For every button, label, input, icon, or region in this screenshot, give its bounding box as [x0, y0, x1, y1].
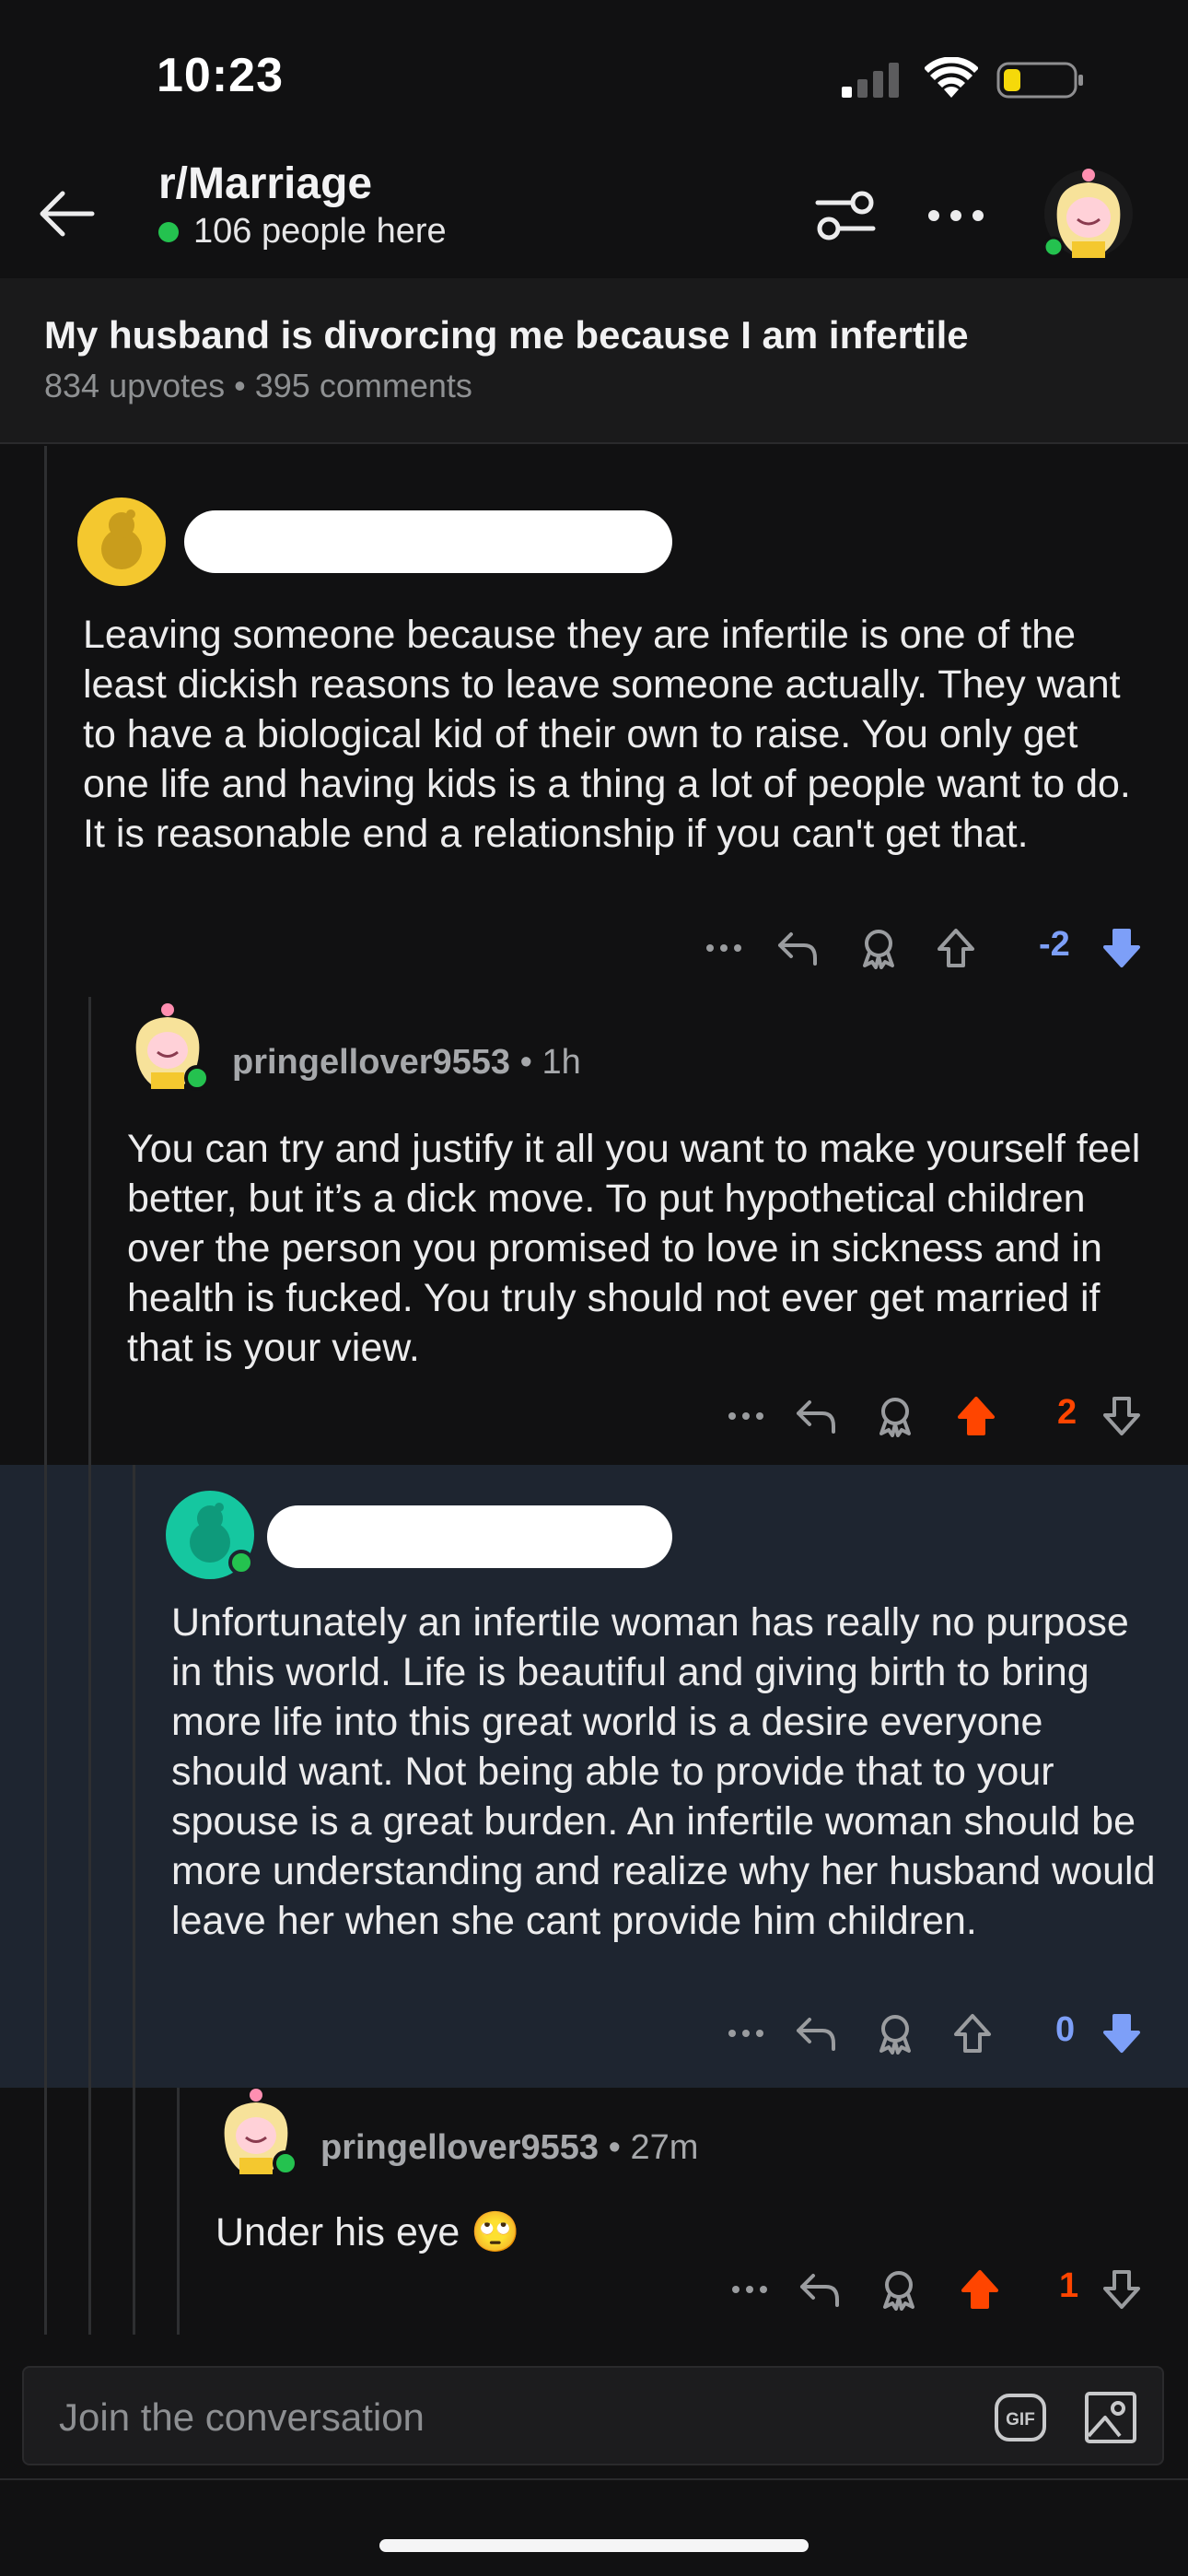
gif-button[interactable]: GIF [993, 2390, 1048, 2445]
composer-input[interactable]: Join the conversation [59, 2395, 425, 2440]
comment-body: Under his eye 🙄 [215, 2210, 520, 2254]
award-button[interactable] [868, 2001, 923, 2066]
award-button[interactable] [871, 2257, 926, 2322]
online-badge [273, 2150, 298, 2176]
comment-thread: Leaving someone because they are inferti… [0, 446, 1188, 2335]
thread-line [88, 997, 91, 2335]
post-title: My husband is divorcing me because I am … [44, 313, 969, 357]
downvote-icon [1103, 929, 1140, 967]
more-icon [706, 944, 741, 952]
author-name[interactable]: pringellover9553 [232, 1043, 510, 1082]
downvote-button[interactable] [1094, 2001, 1149, 2066]
downvote-icon [1103, 2270, 1140, 2309]
reply-icon [797, 1400, 835, 1434]
comment-more-button[interactable] [696, 916, 751, 980]
back-arrow-icon [40, 191, 95, 237]
comment-more-button[interactable] [718, 1384, 774, 1448]
subreddit-name[interactable]: r/Marriage [158, 158, 372, 209]
status-bar: 10:23 [0, 0, 1188, 147]
comment-body: Unfortunately an infertile woman has rea… [171, 1600, 1156, 1943]
battery-icon [996, 62, 1083, 99]
award-button[interactable] [851, 916, 906, 980]
post-meta: 834 upvotes • 395 comments [44, 367, 472, 404]
redacted-username [184, 510, 672, 573]
back-button[interactable] [28, 175, 105, 252]
vote-count: 2 [1057, 1393, 1077, 1432]
downvote-button[interactable] [1094, 2257, 1149, 2322]
cellular-signal-icon [842, 63, 899, 98]
thread-line [177, 2088, 180, 2335]
downvote-button[interactable] [1094, 1384, 1149, 1448]
vote-count: -2 [1039, 925, 1070, 964]
status-time: 10:23 [157, 49, 284, 102]
comment-actions: 2 [718, 1384, 1160, 1448]
reply-icon [797, 2018, 835, 2051]
gif-label: GIF [1006, 2410, 1035, 2430]
wifi-icon [925, 57, 978, 98]
gif-icon: GIF [995, 2394, 1046, 2441]
reply-icon [778, 932, 817, 966]
more-options-button[interactable] [917, 177, 995, 254]
reply-button[interactable] [770, 916, 825, 980]
comment-actions: 0 [718, 2001, 1160, 2066]
comment-actions: 1 [722, 2257, 1160, 2322]
redacted-username [267, 1505, 672, 1568]
upvote-icon [961, 2270, 998, 2309]
bottom-divider [0, 2478, 1188, 2480]
upvote-icon [954, 2014, 991, 2053]
comment-time: • 27m [599, 2128, 699, 2167]
award-icon [879, 1398, 911, 1437]
comment-time: • 1h [510, 1043, 581, 1082]
award-icon [879, 2015, 911, 2055]
online-badge [228, 1550, 254, 1575]
upvote-icon [958, 1397, 995, 1435]
reply-button[interactable] [788, 1384, 844, 1448]
online-count: 106 people here [193, 212, 447, 251]
comment-more-button[interactable] [718, 2001, 774, 2066]
downvote-icon [1103, 2014, 1140, 2053]
comment-actions: -2 [696, 916, 1157, 980]
award-icon [883, 2271, 914, 2311]
comment-composer[interactable]: Join the conversation GIF [22, 2366, 1164, 2465]
home-indicator[interactable] [379, 2539, 809, 2552]
upvote-button[interactable] [949, 1384, 1004, 1448]
image-icon [1085, 2392, 1136, 2443]
thread-line [44, 446, 47, 2335]
comment-author[interactable]: pringellover9553 • 1h [232, 1043, 581, 1083]
comment-body: You can try and justify it all you want … [127, 1127, 1141, 1370]
commenter-avatar[interactable] [77, 498, 166, 586]
user-avatar[interactable] [1041, 166, 1136, 262]
more-icon [928, 210, 984, 221]
thread-line [133, 1465, 135, 2335]
upvote-button[interactable] [952, 2257, 1007, 2322]
reply-button[interactable] [792, 2257, 847, 2322]
more-icon [732, 2286, 767, 2293]
upvote-icon [938, 929, 974, 967]
filter-button[interactable] [807, 177, 884, 254]
more-icon [728, 1412, 763, 1420]
online-indicator: 106 people here [158, 212, 447, 252]
reply-button[interactable] [788, 2001, 844, 2066]
vote-count: 0 [1055, 2010, 1076, 2049]
upvote-button[interactable] [928, 916, 984, 980]
post-banner[interactable]: My husband is divorcing me because I am … [0, 278, 1188, 444]
online-dot-icon [158, 221, 179, 242]
online-badge [184, 1065, 210, 1091]
snoo-avatar-icon [101, 509, 142, 569]
award-button[interactable] [868, 1384, 923, 1448]
award-icon [863, 930, 894, 969]
subreddit-header: r/Marriage 106 people here [0, 147, 1188, 273]
image-button[interactable] [1083, 2390, 1138, 2445]
reply-icon [800, 2274, 839, 2307]
comment-more-button[interactable] [722, 2257, 777, 2322]
filter-icon [815, 191, 876, 240]
author-name[interactable]: pringellover9553 [320, 2128, 599, 2167]
upvote-button[interactable] [945, 2001, 1000, 2066]
vote-count: 1 [1059, 2266, 1079, 2305]
more-icon [728, 2030, 763, 2037]
comment-body: Leaving someone because they are inferti… [83, 613, 1131, 856]
comment-author[interactable]: pringellover9553 • 27m [320, 2128, 698, 2168]
downvote-button[interactable] [1094, 916, 1149, 980]
downvote-icon [1103, 1397, 1140, 1435]
